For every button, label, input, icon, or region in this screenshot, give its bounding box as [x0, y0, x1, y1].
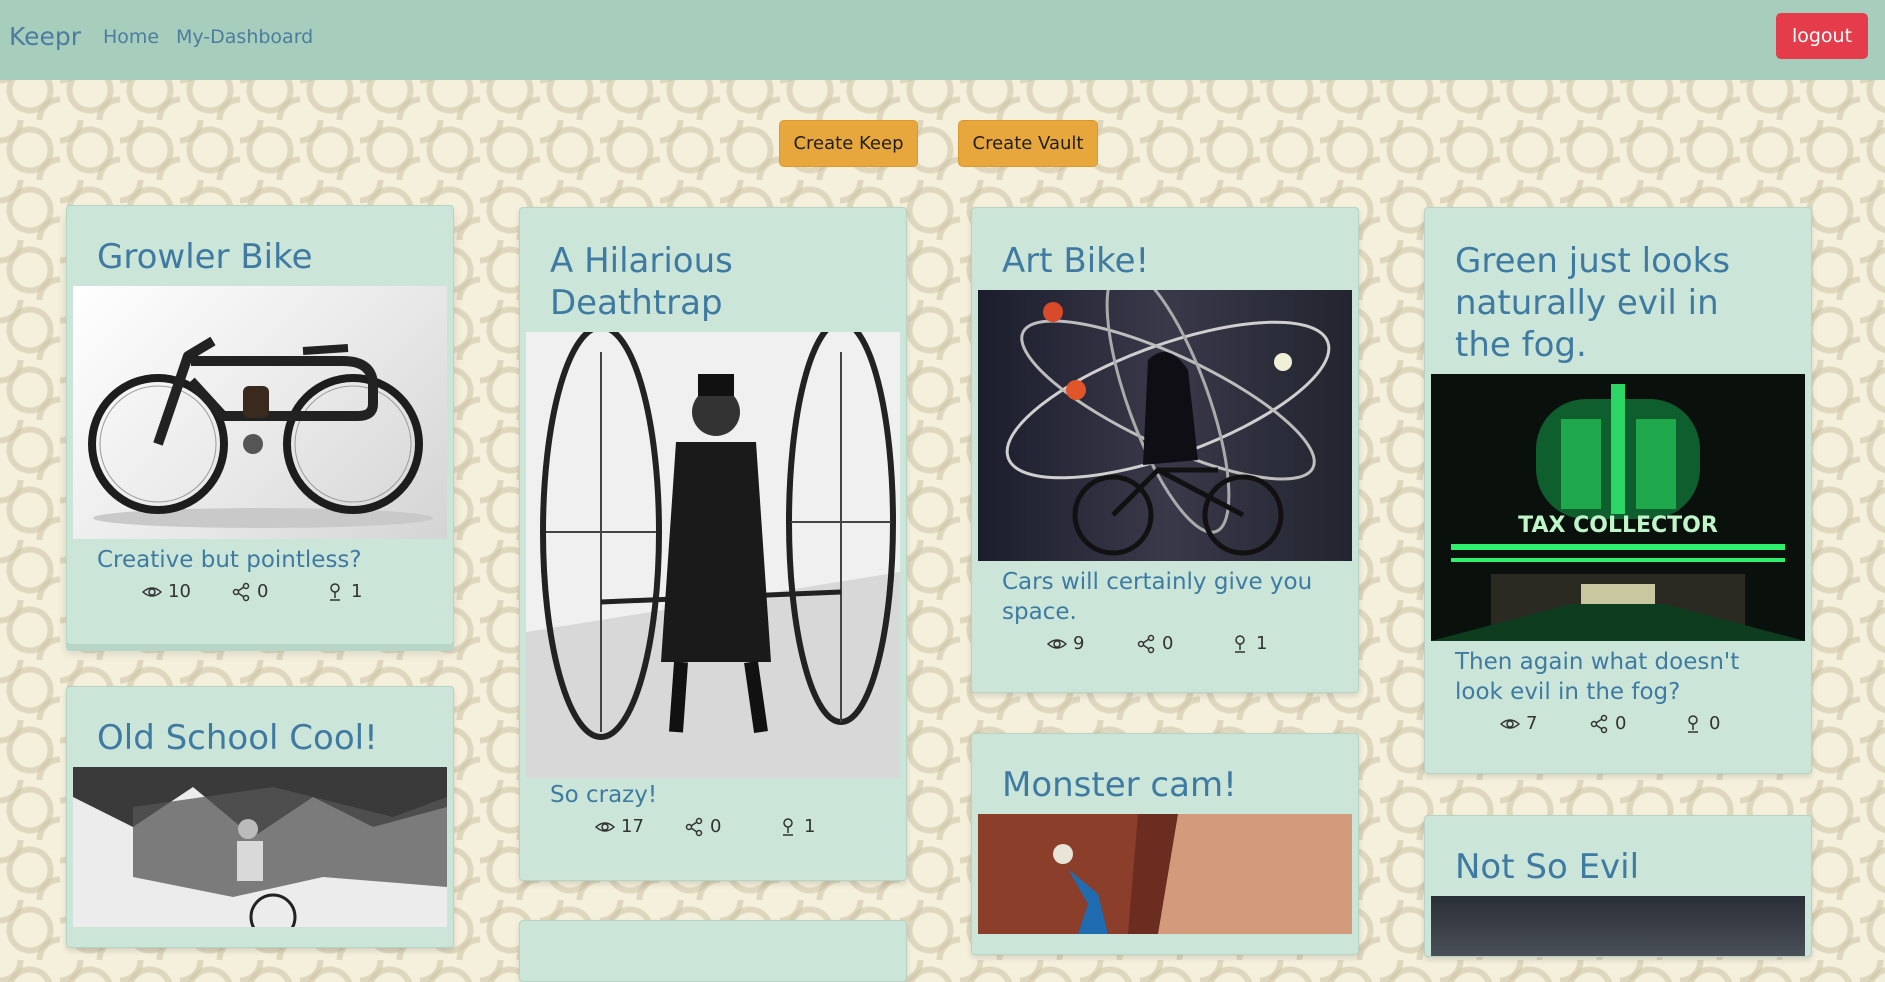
view-count: 17 — [595, 816, 644, 837]
keep-image[interactable] — [978, 814, 1352, 934]
keep-count: 1 — [778, 816, 815, 837]
keep-card[interactable] — [519, 920, 907, 982]
art-bike-illustration — [1005, 290, 1331, 556]
keep-pin-icon — [783, 817, 793, 836]
eye-icon — [1500, 718, 1520, 729]
share-count: 0 — [684, 816, 721, 837]
nav-link-home[interactable]: Home — [103, 26, 159, 48]
logout-button[interactable]: logout — [1776, 13, 1868, 59]
deathtrap-illustration — [526, 332, 900, 778]
navbar: Keepr Home My-Dashboard logout — [0, 0, 1885, 80]
keep-card[interactable]: Not So Evil — [1424, 815, 1812, 957]
keep-description: Then again what doesn't look evil in the… — [1455, 649, 1740, 705]
keep-title: Art Bike! — [1002, 241, 1150, 281]
keep-description: Cars will certainly give you space. — [1002, 569, 1313, 625]
share-icon — [685, 817, 703, 836]
eye-icon — [142, 586, 162, 597]
keep-pin-icon — [330, 582, 340, 601]
share-count: 0 — [1589, 713, 1626, 734]
monster-cam-illustration — [978, 814, 1352, 934]
share-icon — [232, 582, 250, 601]
share-icon — [1137, 634, 1155, 653]
keep-title: Monster cam! — [1002, 765, 1237, 805]
keep-pin-icon — [1235, 634, 1245, 653]
keep-card[interactable]: Old School Cool! — [66, 686, 454, 948]
keep-title: Old School Cool! — [97, 718, 378, 758]
view-count: 9 — [1047, 633, 1084, 654]
keep-image[interactable] — [978, 290, 1352, 561]
share-count: 0 — [1136, 633, 1173, 654]
keep-image[interactable] — [1431, 896, 1805, 956]
view-count: 7 — [1500, 713, 1537, 734]
keep-card[interactable]: A Hilarious Deathtrap So crazy! 17 0 1 — [519, 207, 907, 881]
keep-image[interactable] — [526, 332, 900, 778]
tax-collector-illustration: TAX COLLECTOR — [1431, 374, 1805, 641]
keep-card[interactable]: Green just looks naturally evil in the f… — [1424, 207, 1812, 774]
eye-icon — [595, 821, 615, 832]
view-count: 10 — [142, 581, 191, 602]
brand-logo[interactable]: Keepr — [9, 22, 81, 51]
create-vault-button[interactable]: Create Vault — [958, 120, 1098, 167]
keep-stats: 10 0 1 — [67, 575, 453, 611]
share-count: 0 — [231, 581, 268, 602]
keep-count: 1 — [1230, 633, 1267, 654]
share-icon — [1590, 714, 1608, 733]
keep-title: Green just looks naturally evil in the f… — [1455, 241, 1731, 365]
keep-stats: 9 0 1 — [972, 627, 1358, 663]
keep-image[interactable] — [73, 767, 447, 927]
keep-description: So crazy! — [550, 782, 658, 808]
keep-card[interactable]: Monster cam! — [971, 733, 1359, 955]
keep-image[interactable]: TAX COLLECTOR — [1431, 374, 1805, 641]
keep-pin-icon — [1688, 714, 1698, 733]
tax-sign-text: TAX COLLECTOR — [1518, 513, 1718, 538]
keep-count: 1 — [325, 581, 362, 602]
eye-icon — [1047, 638, 1067, 649]
keep-description: Creative but pointless? — [97, 547, 362, 573]
keep-count: 0 — [1683, 713, 1720, 734]
keep-title: Not So Evil — [1455, 847, 1640, 887]
nav-link-my-dashboard[interactable]: My-Dashboard — [176, 26, 313, 48]
keep-stats: 7 0 0 — [1425, 707, 1811, 743]
keep-image[interactable] — [73, 286, 447, 539]
bike-illustration — [88, 336, 433, 528]
keep-card[interactable]: Art Bike! Cars will certainly give you s… — [971, 207, 1359, 693]
keep-title: Growler Bike — [97, 237, 313, 277]
keep-card[interactable]: Growler Bike Creative but pointless? 10 … — [66, 205, 454, 645]
old-school-illustration — [73, 767, 447, 927]
create-keep-button[interactable]: Create Keep — [779, 120, 918, 167]
keep-title: A Hilarious Deathtrap — [550, 241, 733, 323]
keep-stats: 17 0 1 — [520, 810, 906, 846]
